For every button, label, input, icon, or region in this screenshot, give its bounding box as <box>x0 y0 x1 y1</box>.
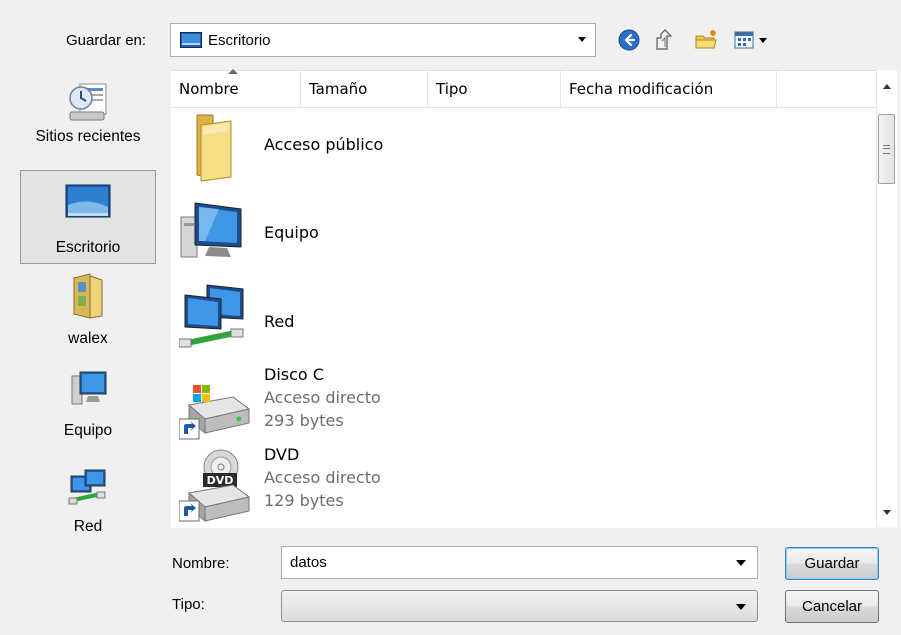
chevron-down-icon[interactable] <box>578 37 586 42</box>
desktop-icon <box>180 32 202 48</box>
file-size: 293 bytes <box>264 411 344 430</box>
up-folder-button[interactable] <box>650 26 678 54</box>
desktop-icon <box>65 184 111 218</box>
drive-shortcut-icon <box>179 385 251 440</box>
list-item[interactable]: Acceso público <box>171 109 876 189</box>
file-type: Acceso directo <box>264 468 381 487</box>
save-button[interactable]: Guardar <box>785 547 879 580</box>
place-computer[interactable]: Equipo <box>20 370 156 450</box>
filetype-label: Tipo: <box>172 596 205 613</box>
sort-ascending-icon <box>228 69 238 74</box>
file-size: 129 bytes <box>264 491 344 510</box>
filename-combobox[interactable] <box>281 546 758 579</box>
back-icon <box>618 29 640 51</box>
recent-places-icon <box>69 83 107 121</box>
column-label: Nombre <box>179 80 239 98</box>
vertical-scrollbar[interactable] <box>876 70 897 527</box>
scroll-up-arrow-icon[interactable] <box>883 84 891 89</box>
column-label: Tamaño <box>309 80 368 98</box>
column-label: Fecha modificación <box>569 80 714 98</box>
filetype-dropdown[interactable] <box>281 590 758 622</box>
chevron-down-icon[interactable] <box>736 604 746 610</box>
new-folder-icon <box>695 30 717 49</box>
save-location-value: Escritorio <box>208 31 271 49</box>
place-network[interactable]: Red <box>20 468 156 548</box>
list-header: Nombre Tamaño Tipo Fecha modificación <box>171 69 876 108</box>
grip-icon <box>883 145 890 154</box>
svg-text:DVD: DVD <box>207 474 234 487</box>
place-label: Escritorio <box>55 239 121 256</box>
scrollbar-thumb[interactable] <box>878 114 895 184</box>
dvd-shortcut-icon: DVD <box>179 449 251 523</box>
back-button[interactable] <box>615 26 643 54</box>
file-type: Acceso directo <box>264 388 381 407</box>
file-name: Red <box>264 312 295 331</box>
list-item[interactable]: Equipo <box>171 195 876 275</box>
file-name: DVD <box>264 445 300 464</box>
places-bar: Sitios recientes Escritorio walex Equipo <box>20 70 156 552</box>
place-label: Sitios recientes <box>35 128 141 145</box>
column-header-modified[interactable]: Fecha modificación <box>561 71 777 107</box>
column-header-type[interactable]: Tipo <box>428 71 561 107</box>
save-location-dropdown[interactable]: Escritorio <box>170 23 596 57</box>
list-item[interactable]: DVD DVD Acceso directo 129 bytes <box>171 445 876 525</box>
place-label: Red <box>73 518 103 535</box>
file-name: Disco C <box>264 365 324 384</box>
list-item[interactable]: Disco C Acceso directo 293 bytes <box>171 363 876 441</box>
computer-icon <box>71 371 107 405</box>
place-recent[interactable]: Sitios recientes <box>20 76 156 168</box>
file-name: Acceso público <box>264 135 384 154</box>
user-folder-icon <box>73 273 103 319</box>
place-label: Equipo <box>63 422 113 439</box>
chevron-down-icon[interactable] <box>736 560 746 566</box>
column-header-size[interactable]: Tamaño <box>301 71 428 107</box>
view-menu-button[interactable] <box>728 26 774 54</box>
up-folder-icon <box>656 29 673 50</box>
filename-input[interactable] <box>290 551 730 574</box>
network-icon <box>179 284 244 348</box>
place-desktop[interactable]: Escritorio <box>20 170 156 264</box>
save-in-label: Guardar en: <box>66 32 147 49</box>
place-label: walex <box>68 330 108 347</box>
new-folder-button[interactable] <box>692 26 720 54</box>
folder-icon <box>196 114 232 182</box>
column-label: Tipo <box>436 80 468 98</box>
filename-label: Nombre: <box>172 555 230 572</box>
cancel-button[interactable]: Cancelar <box>785 590 879 623</box>
column-header-name[interactable]: Nombre <box>171 69 301 107</box>
file-list[interactable]: Nombre Tamaño Tipo Fecha modificación Ac… <box>171 69 876 528</box>
list-item[interactable]: Red <box>171 279 876 359</box>
scroll-down-arrow-icon[interactable] <box>883 510 891 515</box>
place-user[interactable]: walex <box>20 272 156 352</box>
computer-icon <box>180 202 242 258</box>
file-name: Equipo <box>264 223 319 242</box>
network-icon <box>68 469 106 505</box>
view-menu-icon <box>734 31 767 49</box>
